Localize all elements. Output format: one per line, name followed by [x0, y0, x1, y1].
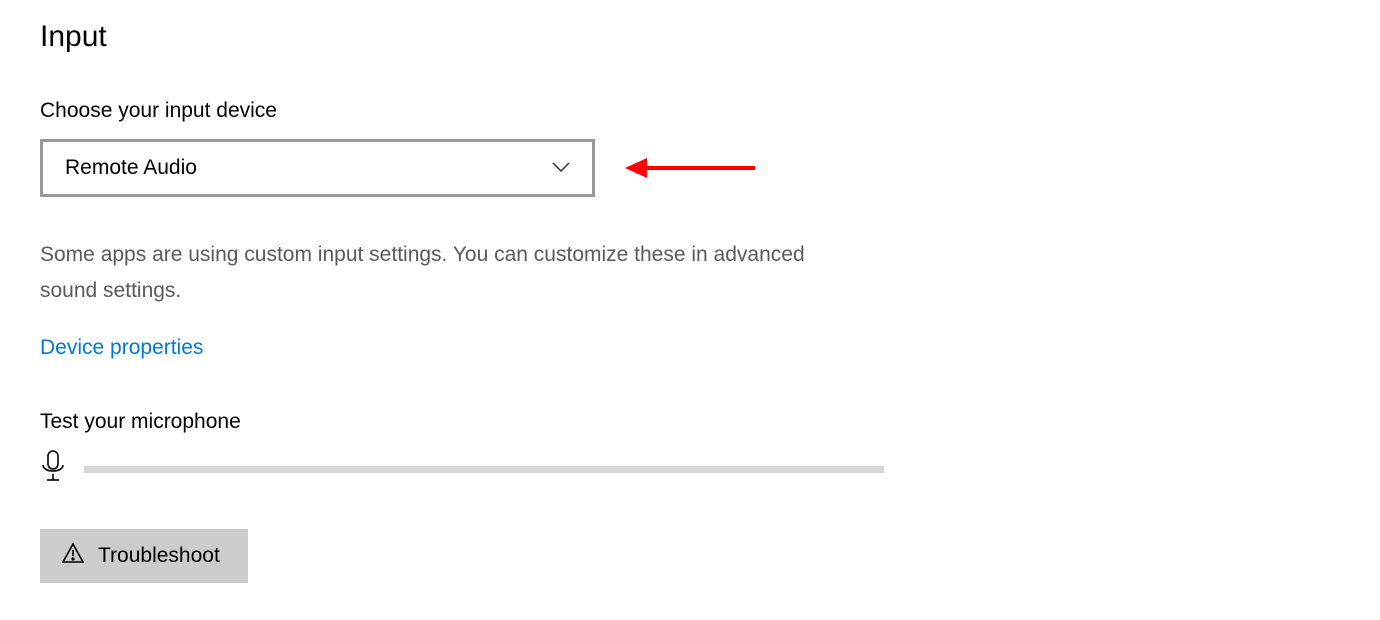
mic-test-row — [40, 450, 1340, 489]
choose-input-device-label: Choose your input device — [40, 99, 1340, 123]
input-section-title: Input — [40, 20, 1340, 54]
troubleshoot-button-label: Troubleshoot — [98, 544, 220, 568]
input-device-selected-value: Remote Audio — [65, 156, 197, 180]
device-properties-link[interactable]: Device properties — [40, 336, 203, 360]
warning-icon — [62, 543, 84, 569]
dropdown-row: Remote Audio — [40, 139, 1340, 197]
troubleshoot-button[interactable]: Troubleshoot — [40, 529, 248, 583]
microphone-level-bar — [84, 466, 884, 473]
test-microphone-label: Test your microphone — [40, 410, 1340, 434]
microphone-icon — [40, 450, 66, 489]
custom-input-settings-info: Some apps are using custom input setting… — [40, 237, 820, 308]
arrow-annotation — [625, 156, 755, 180]
input-device-dropdown[interactable]: Remote Audio — [40, 139, 595, 197]
chevron-down-icon — [552, 159, 570, 177]
